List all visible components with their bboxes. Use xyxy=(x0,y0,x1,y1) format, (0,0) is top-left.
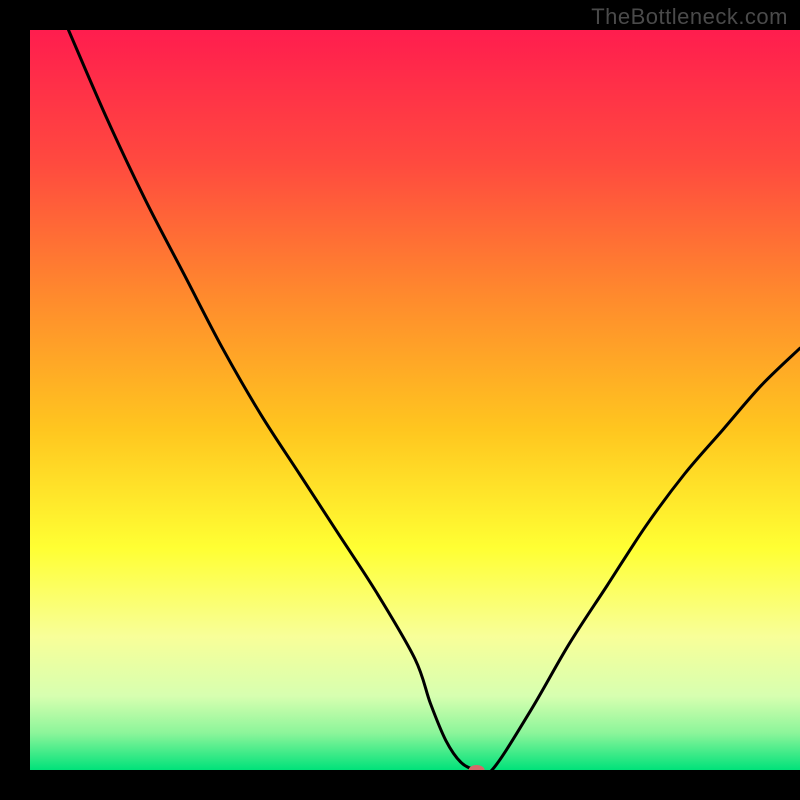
chart-svg xyxy=(0,0,800,800)
chart-container: TheBottleneck.com xyxy=(0,0,800,800)
watermark-label: TheBottleneck.com xyxy=(591,4,788,30)
